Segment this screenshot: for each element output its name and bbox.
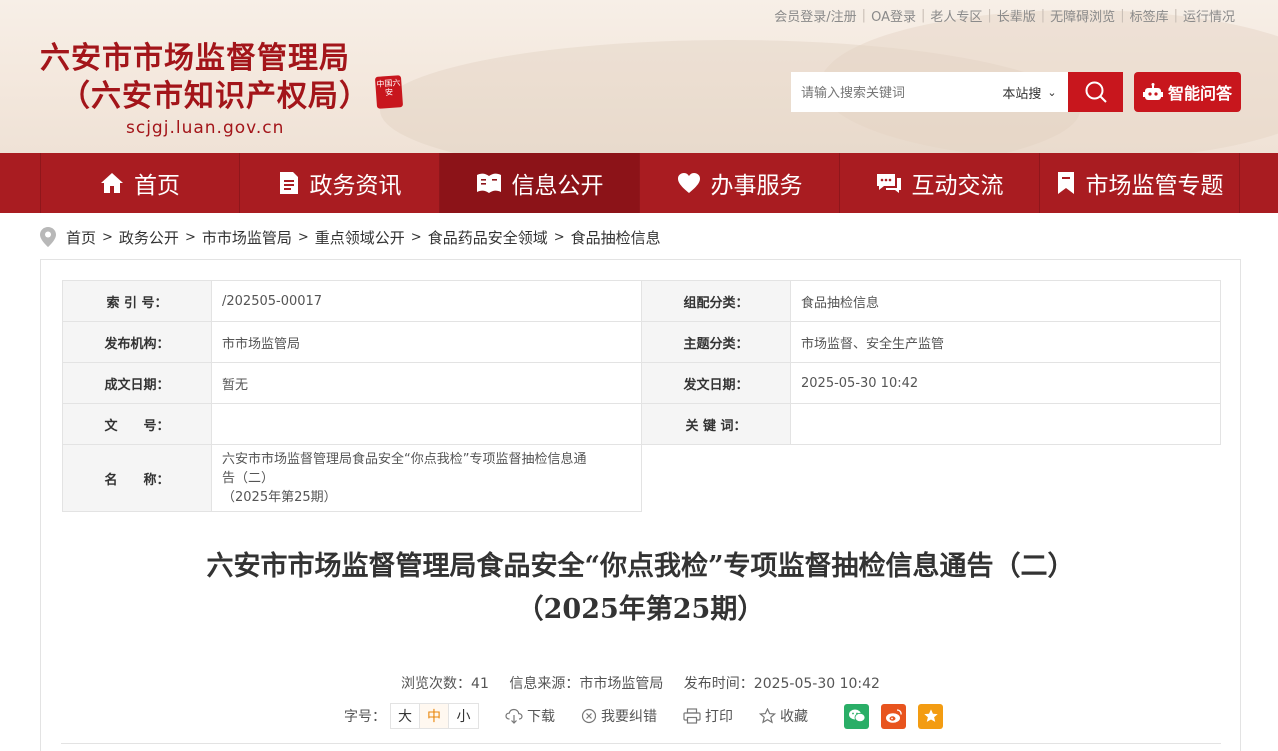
breadcrumb: 首页 > 政务公开 > 市市场监管局 > 重点领域公开 > 食品药品安全领域 > 食品抽检… <box>40 223 661 251</box>
article-tools: 字号： 大 中 小 下载 我要纠错 打印 收藏 <box>344 703 943 729</box>
view-count: 浏览次数：41 <box>401 676 489 692</box>
publish-time: 发布时间：2025-05-30 10:42 <box>683 676 880 692</box>
top-link-elderly[interactable]: 老人专区 <box>925 6 987 25</box>
nav-item-home[interactable]: 首页 <box>40 153 240 213</box>
font-size-label: 字号： <box>344 709 386 725</box>
nav-item-interaction[interactable]: 互动交流 <box>840 153 1040 213</box>
breadcrumb-food-sampling[interactable]: 食品抽检信息 <box>571 227 661 248</box>
weibo-share-button[interactable] <box>881 703 906 729</box>
category-value: 食品抽检信息 <box>790 280 1221 322</box>
seal-logo: 中国六安 <box>374 75 404 109</box>
category-label: 组配分类： <box>641 280 791 322</box>
keywords-value <box>790 403 1221 445</box>
doc-number-value <box>211 403 642 445</box>
article-info: 浏览次数：41 信息来源：市市场监管局 发布时间：2025-05-30 10:4… <box>41 673 1240 693</box>
content-panel: 索 引 号： /202505-00017 组配分类： 食品抽检信息 发布机构： … <box>40 259 1241 751</box>
site-url: scjgj.luan.gov.cn <box>126 118 285 138</box>
top-link-tags[interactable]: 标签库 <box>1125 6 1174 25</box>
font-size-medium[interactable]: 中 <box>420 704 449 728</box>
search-input[interactable] <box>791 72 991 112</box>
wechat-icon <box>848 709 865 723</box>
error-icon <box>581 708 597 724</box>
breadcrumb-food-drug[interactable]: 食品药品安全领域 <box>428 227 548 248</box>
topic-label: 主题分类： <box>641 321 791 363</box>
favorite-share-button[interactable] <box>918 703 943 729</box>
topic-value: 市场监督、安全生产监管 <box>790 321 1221 363</box>
written-date-label: 成文日期： <box>62 362 212 404</box>
book-icon <box>476 173 501 193</box>
chevron-down-icon: ⌄ <box>1047 85 1057 99</box>
font-size-small[interactable]: 小 <box>449 704 478 728</box>
font-size-large[interactable]: 大 <box>391 704 420 728</box>
doc-number-label: 文 号： <box>62 403 212 445</box>
nav-item-services[interactable]: 办事服务 <box>640 153 840 213</box>
breadcrumb-home[interactable]: 首页 <box>66 227 96 248</box>
issued-date-value: 2025-05-30 10:42 <box>790 362 1221 404</box>
issued-date-label: 发文日期： <box>641 362 791 404</box>
nav-item-news[interactable]: 政务资讯 <box>240 153 440 213</box>
location-pin-icon <box>40 227 56 247</box>
logo-title-line1: 六安市市场监督管理局 <box>40 41 350 76</box>
cloud-download-icon <box>505 708 523 724</box>
top-link-oa[interactable]: OA登录 <box>866 6 921 25</box>
chat-icon <box>876 174 901 193</box>
search-scope-select[interactable]: 本站搜 ⌄ <box>991 72 1068 112</box>
info-source: 信息来源：市市场监管局 <box>509 676 664 692</box>
top-link-senior-version[interactable]: 长辈版 <box>992 6 1041 25</box>
breadcrumb-gov-open[interactable]: 政务公开 <box>119 227 179 248</box>
top-links: 会员登录/注册 | OA登录 | 老人专区 | 长辈版 | 无障碍浏览 | 标签库 | 运行… <box>769 6 1240 25</box>
index-value: /202505-00017 <box>211 280 642 322</box>
breadcrumb-bureau[interactable]: 市市场监管局 <box>202 227 292 248</box>
home-icon <box>101 173 123 193</box>
weibo-icon <box>885 709 902 723</box>
site-logo-title[interactable]: 六安市市场监督管理局 （六安市知识产权局） <box>40 40 370 116</box>
top-link-login[interactable]: 会员登录/注册 <box>769 6 861 25</box>
search-button[interactable] <box>1068 72 1123 112</box>
publisher-label: 发布机构： <box>62 321 212 363</box>
article-title: 六安市市场监督管理局食品安全“你点我检”专项监督抽检信息通告（二） （2025年… <box>206 551 1075 625</box>
bookmark-icon <box>1057 172 1074 194</box>
heart-icon <box>677 173 700 193</box>
site-header: 会员登录/注册 | OA登录 | 老人专区 | 长辈版 | 无障碍浏览 | 标签库 | 运行… <box>0 0 1278 153</box>
doc-name-value: 六安市市场监督管理局食品安全“你点我检”专项监督抽检信息通 告（二） （2025… <box>211 444 642 512</box>
font-size-switcher: 大 中 小 <box>390 703 479 729</box>
report-error-button[interactable]: 我要纠错 <box>581 706 657 726</box>
search-icon <box>1085 81 1107 103</box>
top-link-status[interactable]: 运行情况 <box>1178 6 1240 25</box>
publisher-value: 市市场监管局 <box>211 321 642 363</box>
print-button[interactable]: 打印 <box>683 706 733 726</box>
divider <box>61 743 1221 744</box>
star-outline-icon <box>759 708 776 724</box>
top-link-accessibility[interactable]: 无障碍浏览 <box>1045 6 1120 25</box>
printer-icon <box>683 708 701 724</box>
nav-item-topics[interactable]: 市场监管专题 <box>1040 153 1240 213</box>
written-date-value: 暂无 <box>211 362 642 404</box>
favorite-button[interactable]: 收藏 <box>759 706 808 726</box>
download-button[interactable]: 下载 <box>505 706 555 726</box>
document-icon <box>279 172 298 194</box>
index-label: 索 引 号： <box>62 280 212 322</box>
breadcrumb-key-areas[interactable]: 重点领域公开 <box>315 227 405 248</box>
metadata-table: 索 引 号： /202505-00017 组配分类： 食品抽检信息 发布机构： … <box>62 280 1221 512</box>
share-buttons <box>844 703 943 729</box>
star-icon <box>923 709 938 722</box>
keywords-label: 关 键 词： <box>641 403 791 445</box>
main-nav: 首页 政务资讯 信息公开 办事服务 互动交流 市场监管专题 <box>0 153 1278 213</box>
ai-qa-button[interactable]: 智能问答 <box>1134 72 1241 112</box>
doc-name-label: 名 称： <box>62 444 212 512</box>
search-box: 本站搜⌄ <box>791 72 1123 112</box>
nav-item-info-disclosure[interactable]: 信息公开 <box>440 153 640 213</box>
wechat-share-button[interactable] <box>844 703 869 729</box>
logo-title-line2: （六安市知识产权局） <box>60 79 370 114</box>
robot-icon <box>1142 83 1163 100</box>
